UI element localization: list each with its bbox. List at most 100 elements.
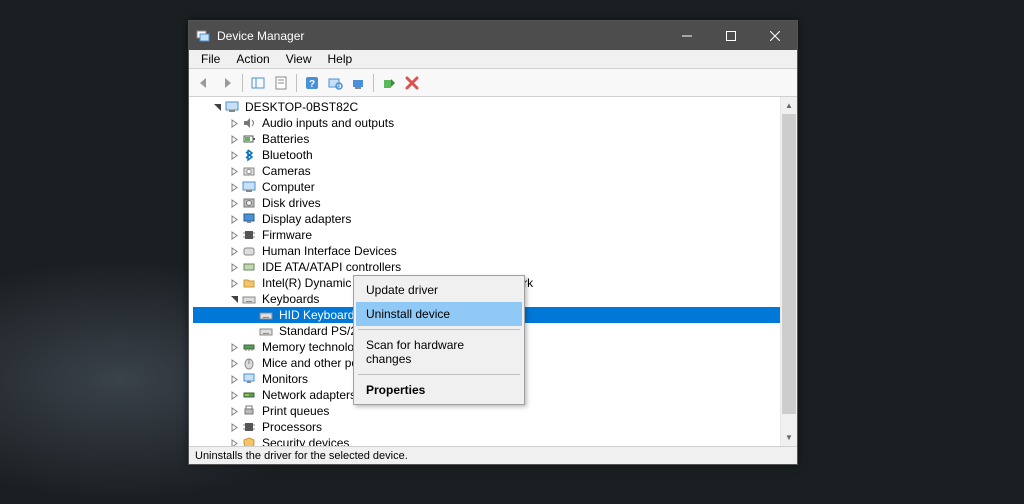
chip-icon	[241, 419, 257, 435]
tree-label: Processors	[260, 419, 324, 435]
close-button[interactable]	[753, 21, 797, 50]
tree-label: Firmware	[260, 227, 314, 243]
show-hide-tree-button[interactable]	[247, 72, 269, 94]
menu-view[interactable]: View	[278, 50, 320, 68]
minimize-button[interactable]	[665, 21, 709, 50]
toolbar-separator	[373, 74, 374, 92]
expand-icon[interactable]	[227, 116, 241, 130]
collapse-icon[interactable]	[210, 100, 224, 114]
tree-category[interactable]: Security devices	[193, 435, 780, 446]
menu-help[interactable]: Help	[320, 50, 361, 68]
expand-icon[interactable]	[227, 388, 241, 402]
expand-icon[interactable]	[227, 436, 241, 446]
uninstall-device-button[interactable]	[401, 72, 423, 94]
expand-icon[interactable]	[227, 372, 241, 386]
forward-button[interactable]	[216, 72, 238, 94]
expand-icon[interactable]	[227, 196, 241, 210]
tree-category[interactable]: Firmware	[193, 227, 780, 243]
tree-category[interactable]: Bluetooth	[193, 147, 780, 163]
ctx-update-driver[interactable]: Update driver	[356, 278, 522, 302]
properties-button[interactable]	[270, 72, 292, 94]
tree-label: Computer	[260, 179, 317, 195]
expand-icon[interactable]	[227, 148, 241, 162]
security-icon	[241, 435, 257, 446]
title-bar[interactable]: Device Manager	[189, 21, 797, 50]
computer-icon	[241, 179, 257, 195]
tree-category[interactable]: Computer	[193, 179, 780, 195]
back-button[interactable]	[193, 72, 215, 94]
hid-icon	[241, 243, 257, 259]
svg-text:?: ?	[309, 79, 315, 90]
status-text: Uninstalls the driver for the selected d…	[195, 450, 408, 462]
expand-icon[interactable]	[227, 212, 241, 226]
toolbar-separator	[296, 74, 297, 92]
tree-category[interactable]: Batteries	[193, 131, 780, 147]
tree-label: IDE ATA/ATAPI controllers	[260, 259, 403, 275]
menu-action[interactable]: Action	[228, 50, 277, 68]
expand-icon[interactable]	[227, 340, 241, 354]
ctx-separator	[358, 374, 520, 375]
display-icon	[241, 211, 257, 227]
audio-icon	[241, 115, 257, 131]
expand-icon[interactable]	[227, 356, 241, 370]
vertical-scrollbar[interactable]: ▲ ▼	[780, 97, 797, 446]
expand-icon[interactable]	[227, 260, 241, 274]
ctx-properties[interactable]: Properties	[356, 378, 522, 402]
computer-icon	[224, 99, 240, 115]
toolbar-separator	[242, 74, 243, 92]
mouse-icon	[241, 355, 257, 371]
tree-category[interactable]: Cameras	[193, 163, 780, 179]
scan-hardware-button[interactable]	[324, 72, 346, 94]
toolbar: ?	[189, 69, 797, 97]
expand-icon[interactable]	[227, 164, 241, 178]
expand-icon[interactable]	[227, 420, 241, 434]
chip-icon	[241, 227, 257, 243]
expander-spacer	[244, 324, 258, 338]
bluetooth-icon	[241, 147, 257, 163]
keyboard-icon	[258, 307, 274, 323]
tree-category[interactable]: Human Interface Devices	[193, 243, 780, 259]
disk-icon	[241, 195, 257, 211]
tree-label: Batteries	[260, 131, 311, 147]
tree-root-computer[interactable]: DESKTOP-0BST82C	[193, 99, 780, 115]
expand-icon[interactable]	[227, 404, 241, 418]
scroll-thumb[interactable]	[782, 114, 796, 414]
expand-icon[interactable]	[227, 244, 241, 258]
tree-label: Audio inputs and outputs	[260, 115, 396, 131]
tree-category[interactable]: Display adapters	[193, 211, 780, 227]
enable-device-button[interactable]	[378, 72, 400, 94]
tree-label: Cameras	[260, 163, 313, 179]
tree-category[interactable]: Disk drives	[193, 195, 780, 211]
tree-label: Security devices	[260, 435, 351, 446]
folder-icon	[241, 275, 257, 291]
tree-label: Network adapters	[260, 387, 358, 403]
window-controls	[665, 21, 797, 50]
context-menu: Update driver Uninstall device Scan for …	[353, 275, 525, 405]
tree-label: Bluetooth	[260, 147, 315, 163]
expand-icon[interactable]	[227, 228, 241, 242]
scroll-down-arrow[interactable]: ▼	[781, 429, 797, 446]
collapse-icon[interactable]	[227, 292, 241, 306]
expand-icon[interactable]	[227, 180, 241, 194]
ctx-scan-hardware[interactable]: Scan for hardware changes	[356, 333, 522, 371]
tree-label: DESKTOP-0BST82C	[243, 99, 360, 115]
monitor-icon	[241, 371, 257, 387]
maximize-button[interactable]	[709, 21, 753, 50]
help-button[interactable]: ?	[301, 72, 323, 94]
expand-icon[interactable]	[227, 276, 241, 290]
tree-category[interactable]: Print queues	[193, 403, 780, 419]
ide-icon	[241, 259, 257, 275]
tree-label: Print queues	[260, 403, 331, 419]
menu-bar: File Action View Help	[189, 50, 797, 69]
status-bar: Uninstalls the driver for the selected d…	[189, 446, 797, 464]
scroll-up-arrow[interactable]: ▲	[781, 97, 797, 114]
menu-file[interactable]: File	[193, 50, 228, 68]
update-driver-button[interactable]	[347, 72, 369, 94]
expand-icon[interactable]	[227, 132, 241, 146]
tree-category[interactable]: Audio inputs and outputs	[193, 115, 780, 131]
ctx-uninstall-device[interactable]: Uninstall device	[356, 302, 522, 326]
tree-category[interactable]: Processors	[193, 419, 780, 435]
tree-category[interactable]: IDE ATA/ATAPI controllers	[193, 259, 780, 275]
battery-icon	[241, 131, 257, 147]
camera-icon	[241, 163, 257, 179]
